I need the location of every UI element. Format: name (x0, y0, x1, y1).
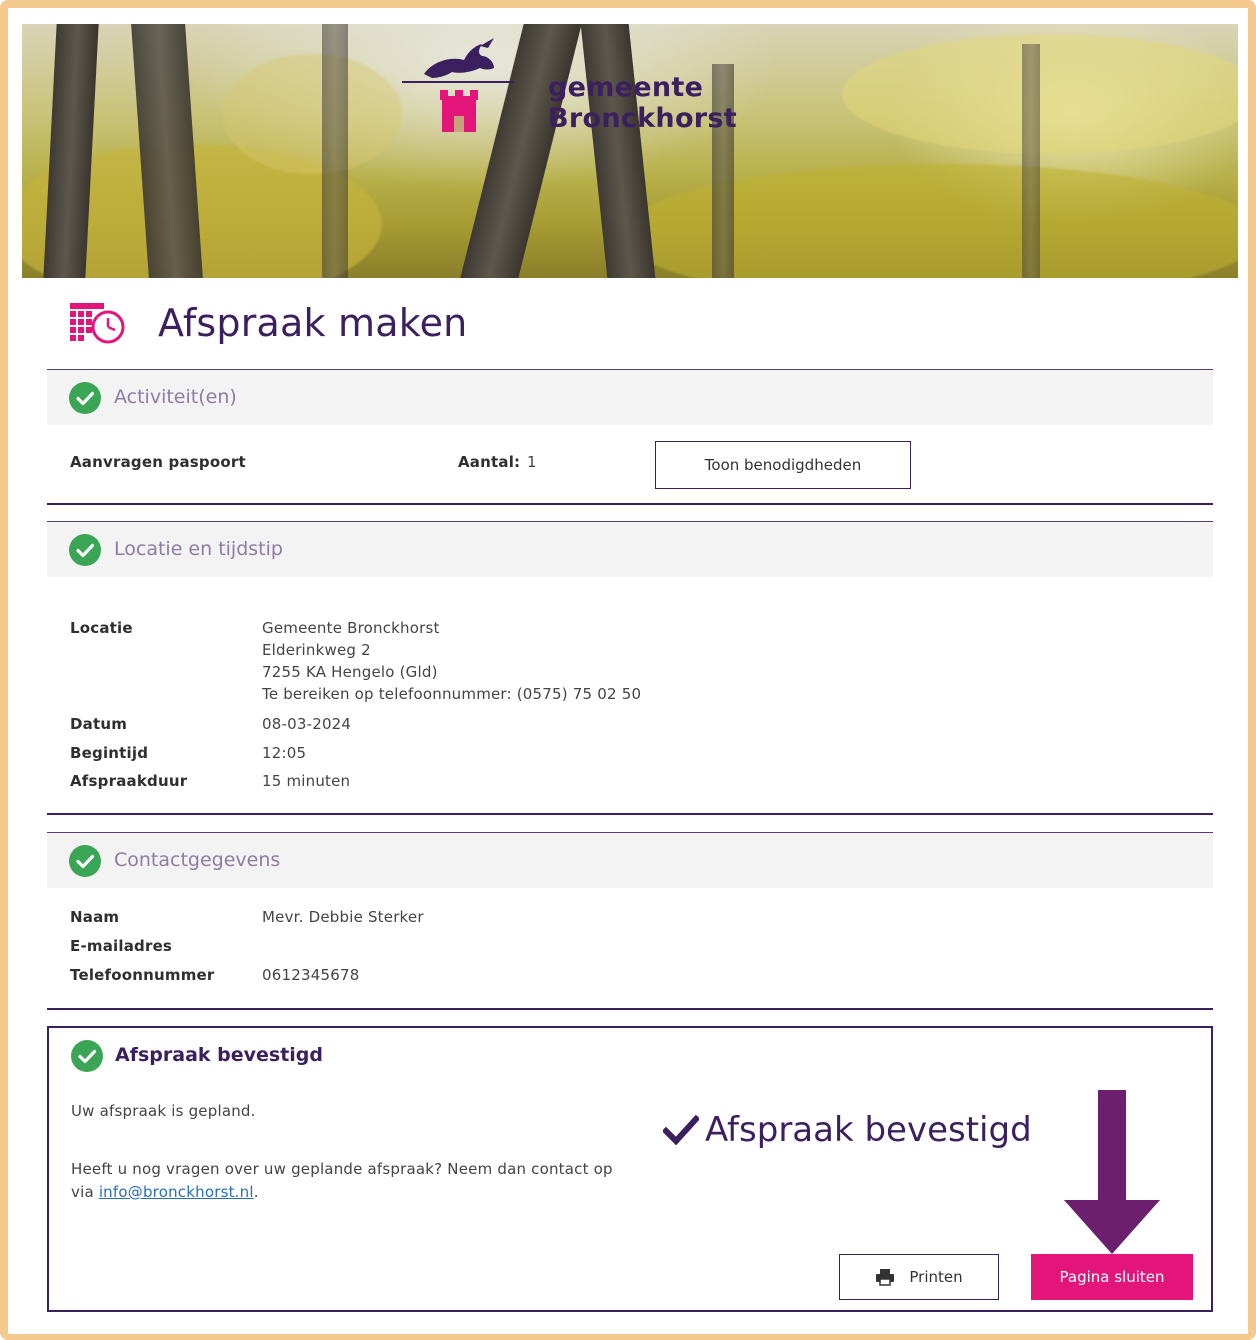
phone-label: Telefoonnummer (70, 966, 215, 984)
section-title: Activiteit(en) (114, 386, 237, 408)
section-contact: Contactgegevens Naam Mevr. Debbie Sterke… (47, 832, 1213, 1010)
planned-text: Uw afspraak is gepland. (71, 1102, 256, 1120)
checkmark-icon (663, 1115, 699, 1145)
section-title: Contactgegevens (114, 849, 281, 871)
show-requirements-button[interactable]: Toon benodigdheden (655, 441, 911, 489)
name-label: Naam (70, 908, 120, 926)
page-title: Afspraak maken (158, 301, 468, 345)
quantity-label: Aantal: (458, 453, 521, 471)
questions-text-suffix: . (253, 1183, 259, 1201)
section-contact-header[interactable]: Contactgegevens (47, 832, 1213, 888)
check-circle-icon (69, 845, 101, 877)
close-page-button[interactable]: Pagina sluiten (1031, 1254, 1193, 1300)
confirmed-status: Afspraak bevestigd (663, 1110, 1032, 1150)
location-line: Gemeente Bronckhorst (262, 619, 440, 637)
section-divider (47, 813, 1213, 815)
section-location-time: Locatie en tijdstip Locatie Gemeente Bro… (47, 521, 1213, 815)
confirmation-panel: Afspraak bevestigd Uw afspraak is geplan… (47, 1026, 1213, 1312)
page-header: Afspraak maken (70, 298, 467, 348)
questions-text: Heeft u nog vragen over uw geplande afsp… (71, 1160, 613, 1178)
name-value: Mevr. Debbie Sterker (262, 908, 424, 926)
print-button-label: Printen (909, 1268, 963, 1286)
confirmed-status-label: Afspraak bevestigd (705, 1110, 1032, 1150)
location-phone: Te bereiken op telefoonnummer: (0575) 75… (262, 685, 642, 703)
start-time-value: 12:05 (262, 744, 307, 762)
email-label: E-mailadres (70, 937, 173, 955)
questions-text-contact: via info@bronckhorst.nl. (71, 1181, 259, 1204)
questions-text-prefix: via (71, 1183, 99, 1201)
date-value: 08-03-2024 (262, 715, 352, 733)
section-divider (47, 503, 1213, 505)
phone-value: 0612345678 (262, 966, 360, 984)
check-circle-icon (71, 1040, 103, 1072)
section-activities: Activiteit(en) Aanvragen paspoort Aantal… (47, 369, 1213, 505)
section-location-header[interactable]: Locatie en tijdstip (47, 521, 1213, 577)
hare-and-tower-crest-icon (402, 38, 514, 132)
section-title: Locatie en tijdstip (114, 538, 283, 560)
section-activities-header[interactable]: Activiteit(en) (47, 369, 1213, 425)
section-divider (47, 1008, 1213, 1010)
arrow-down-icon (1064, 1090, 1160, 1254)
check-circle-icon (69, 534, 101, 566)
duration-label: Afspraakduur (70, 772, 188, 790)
start-time-label: Begintijd (70, 744, 149, 762)
calendar-clock-icon (70, 303, 125, 344)
header-banner: gemeente Bronckhorst (22, 24, 1238, 278)
location-line: 7255 KA Hengelo (Gld) (262, 663, 438, 681)
municipality-name: gemeente Bronckhorst (548, 72, 737, 134)
activity-name: Aanvragen paspoort (70, 453, 246, 471)
duration-value: 15 minuten (262, 772, 351, 790)
location-line: Elderinkweg 2 (262, 641, 371, 659)
printer-icon (876, 1269, 895, 1286)
check-circle-icon (69, 382, 101, 414)
location-label: Locatie (70, 619, 133, 637)
quantity-value: 1 (527, 453, 537, 471)
contact-email-link[interactable]: info@bronckhorst.nl (99, 1183, 254, 1201)
confirmation-title: Afspraak bevestigd (115, 1044, 324, 1066)
date-label: Datum (70, 715, 128, 733)
print-button[interactable]: Printen (839, 1254, 999, 1300)
municipality-logo[interactable]: gemeente Bronckhorst (402, 36, 872, 146)
page-container: gemeente Bronckhorst Afspraak maken Acti… (8, 8, 1248, 1334)
